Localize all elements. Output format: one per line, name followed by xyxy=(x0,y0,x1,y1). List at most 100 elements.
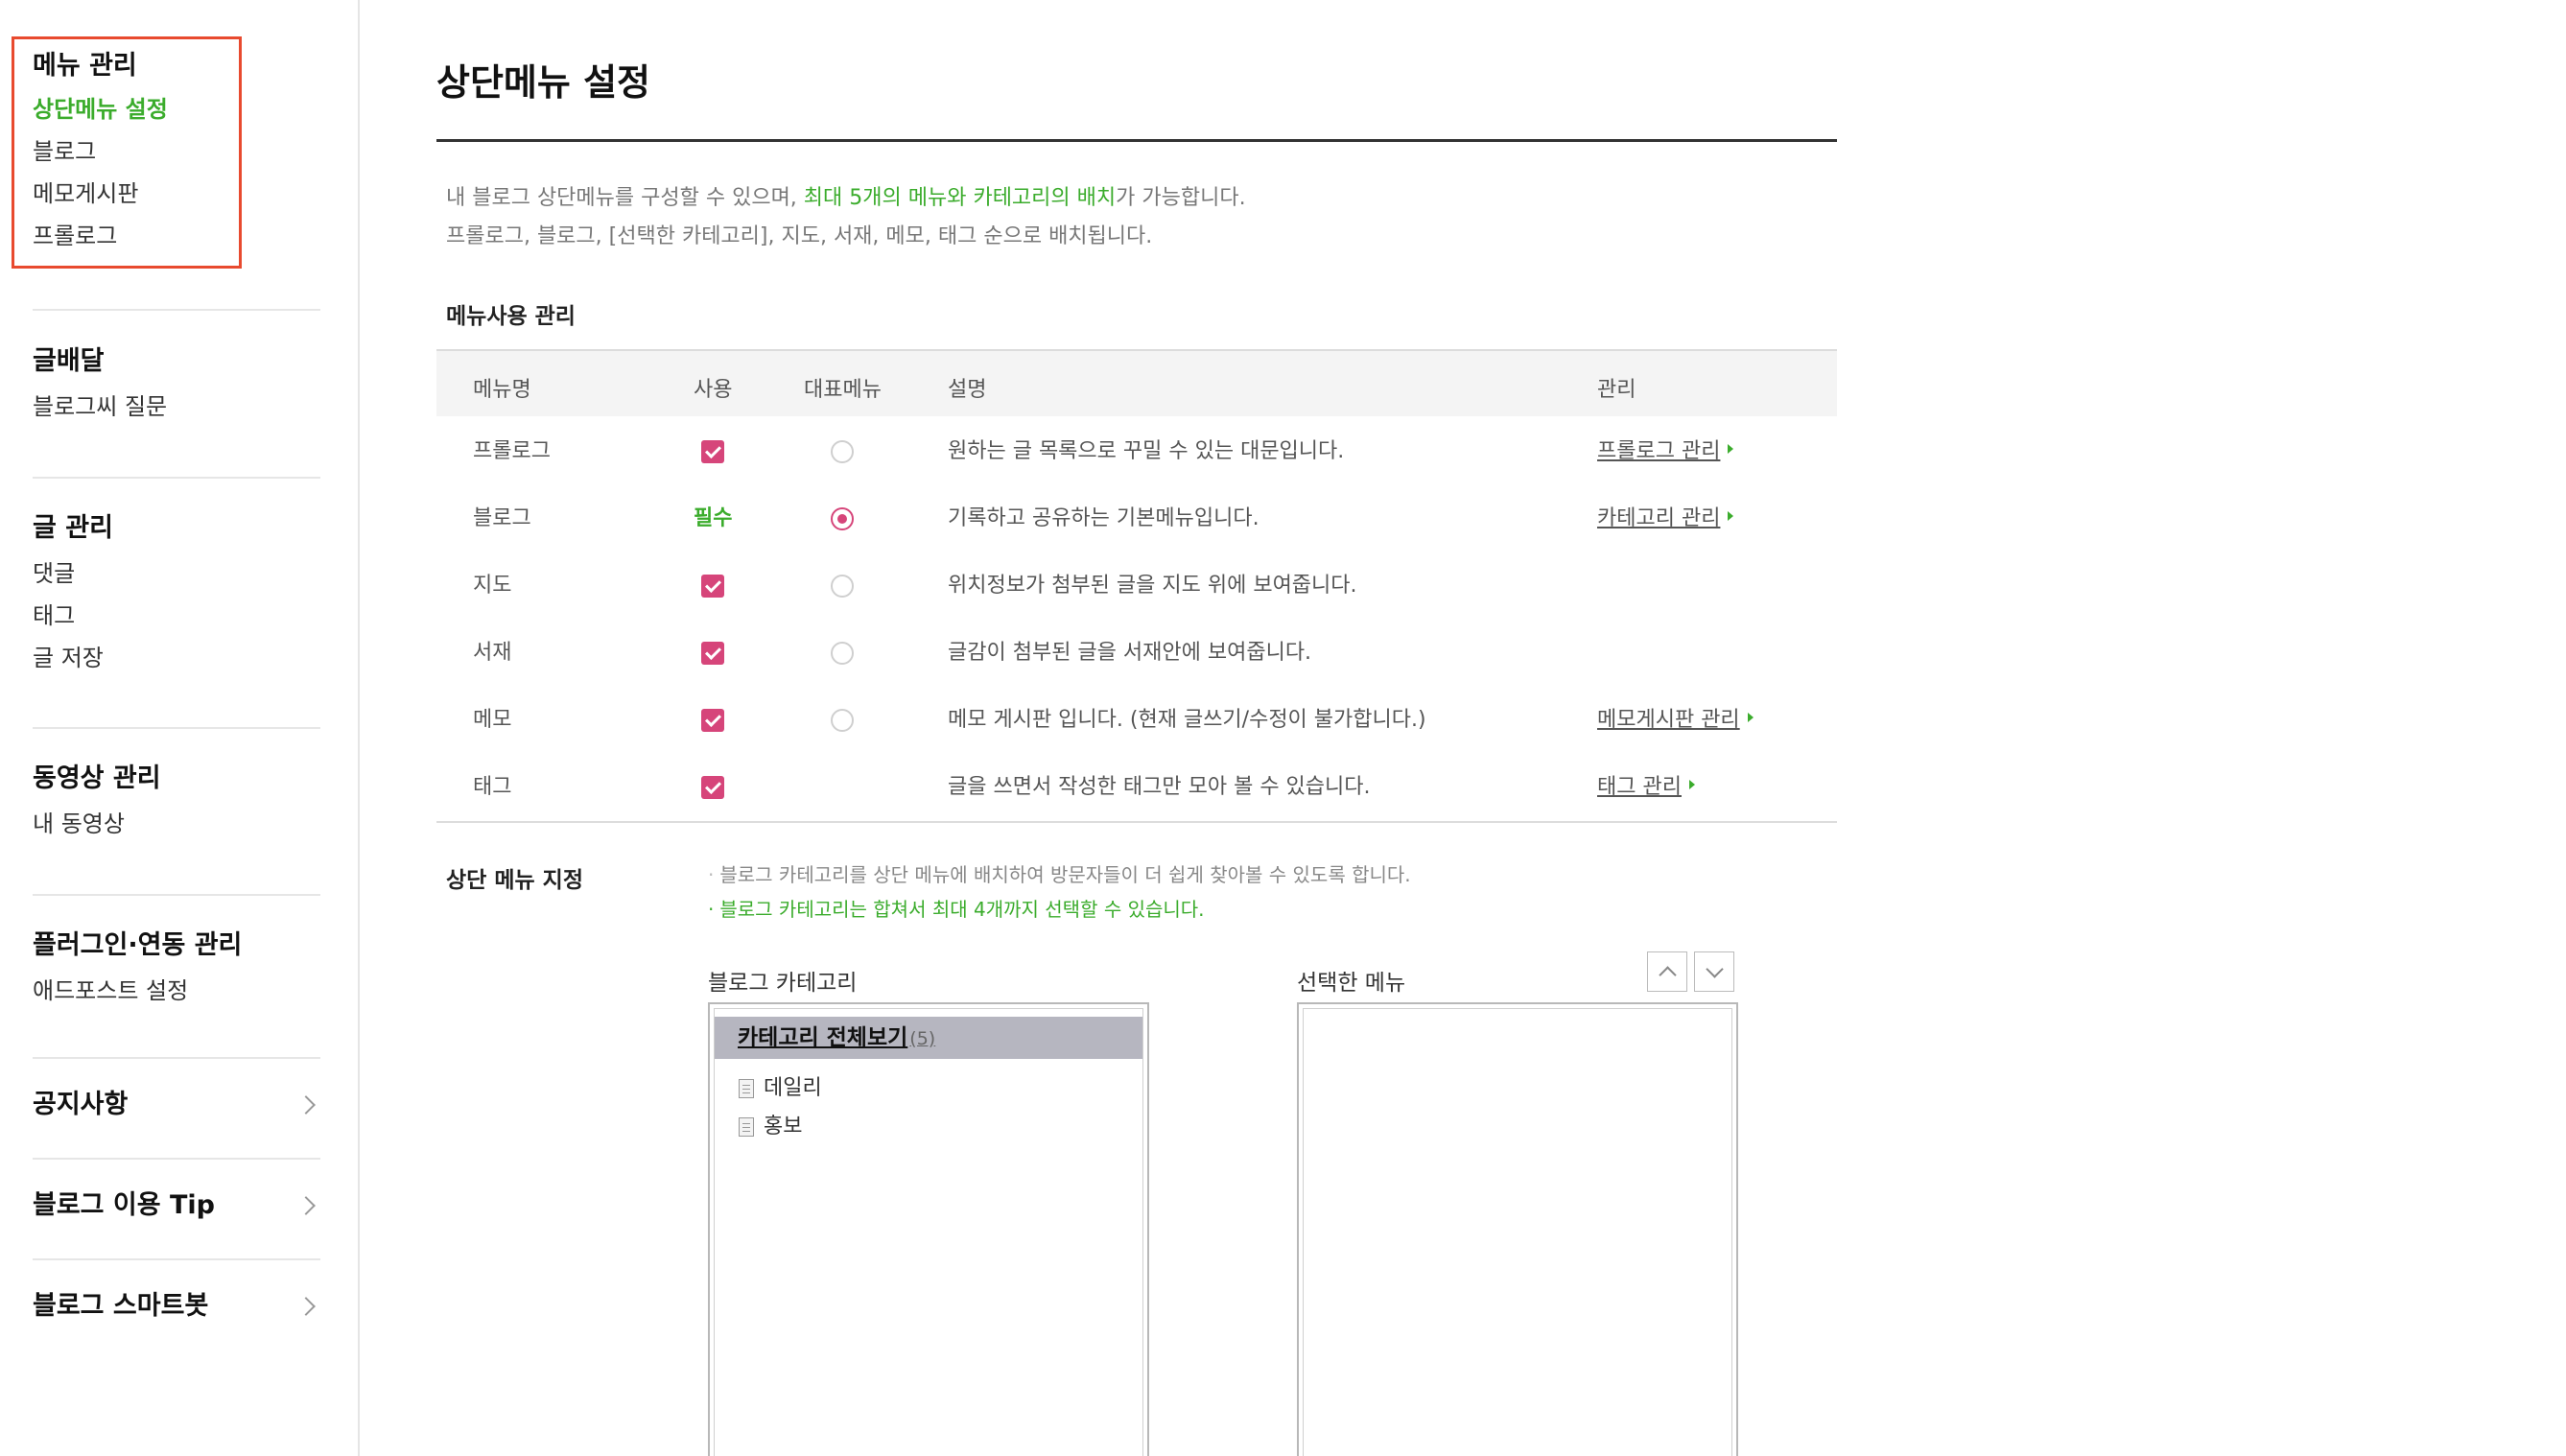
description-highlight: 최대 5개의 메뉴와 카테고리의 배치 xyxy=(803,186,1117,210)
representative-radio[interactable] xyxy=(831,709,854,732)
use-checkbox[interactable] xyxy=(701,575,724,598)
sidebar-item-my-videos[interactable]: 내 동영상 xyxy=(33,803,320,845)
bullet-icon: · xyxy=(708,898,715,921)
row-menu-name: 서재 xyxy=(473,641,512,665)
page-title: 상단메뉴 설정 xyxy=(436,61,650,104)
manage-link-tags[interactable]: 태그 관리 xyxy=(1597,754,1695,821)
sidebar-item-prologue[interactable]: 프롤로그 xyxy=(33,215,320,257)
chevron-right-icon xyxy=(296,1196,316,1215)
sidebar-divider xyxy=(33,477,320,479)
title-divider xyxy=(436,139,1837,142)
sidebar-item-tags[interactable]: 태그 xyxy=(33,595,320,637)
sidebar-section-post-manage: 글 관리 댓글 태그 글 저장 xyxy=(33,510,320,679)
description-line-2: 프롤로그, 블로그, [선택한 카테고리], 지도, 서재, 메모, 태그 순으… xyxy=(446,224,1153,248)
sidebar-item-memo-board[interactable]: 메모게시판 xyxy=(33,173,320,215)
sidebar-divider xyxy=(33,1258,320,1260)
manage-link-label: 프롤로그 관리 xyxy=(1597,439,1721,463)
header-description: 설명 xyxy=(948,378,987,402)
use-checkbox[interactable] xyxy=(701,776,724,799)
sidebar-link-label: 블로그 스마트봇 xyxy=(33,1291,209,1321)
use-checkbox[interactable] xyxy=(701,440,724,463)
category-count: (5) xyxy=(909,1028,936,1049)
representative-radio[interactable] xyxy=(831,440,854,463)
row-menu-name: 블로그 xyxy=(473,506,531,530)
table-row: 지도 위치정보가 첨부된 글을 지도 위에 보여줍니다. xyxy=(436,552,1837,620)
table-row: 블로그 필수 기록하고 공유하는 기본메뉴입니다. 카테고리 관리 xyxy=(436,485,1837,552)
arrow-right-icon xyxy=(1688,780,1695,789)
menu-usage-section-label: 메뉴사용 관리 xyxy=(446,304,576,329)
category-item-promo[interactable]: 홍보 xyxy=(739,1108,802,1146)
row-description: 글을 쓰면서 작성한 태그만 모아 볼 수 있습니다. xyxy=(948,775,1371,799)
selected-menu-listbox[interactable] xyxy=(1297,1002,1738,1456)
category-item-daily[interactable]: 데일리 xyxy=(739,1069,822,1108)
sidebar: 메뉴 관리 상단메뉴 설정 블로그 메모게시판 프롤로그 글배달 블로그씨 질문… xyxy=(0,0,360,1456)
table-row: 서재 글감이 첨부된 글을 서재안에 보여줍니다. xyxy=(436,620,1837,687)
table-row: 태그 글을 쓰면서 작성한 태그만 모아 볼 수 있습니다. 태그 관리 xyxy=(436,754,1837,821)
manage-link-memo-board[interactable]: 메모게시판 관리 xyxy=(1597,687,1754,754)
sidebar-item-top-menu-settings[interactable]: 상단메뉴 설정 xyxy=(33,88,320,130)
category-all-label: 카테고리 전체보기 xyxy=(738,1025,908,1050)
representative-radio-selected[interactable] xyxy=(831,507,854,530)
move-up-button[interactable] xyxy=(1647,951,1687,992)
sidebar-divider xyxy=(33,894,320,896)
manage-link-label: 카테고리 관리 xyxy=(1597,506,1721,530)
sidebar-link-label: 블로그 이용 Tip xyxy=(33,1190,215,1220)
sidebar-section-title: 메뉴 관리 xyxy=(33,51,137,81)
sidebar-section-video-manage: 동영상 관리 내 동영상 xyxy=(33,761,320,845)
table-header: 메뉴명 사용 대표메뉴 설명 관리 xyxy=(436,349,1837,416)
row-description: 위치정보가 첨부된 글을 지도 위에 보여줍니다. xyxy=(948,574,1357,598)
row-description: 메모 게시판 입니다. (현재 글쓰기/수정이 불가합니다.) xyxy=(948,708,1426,732)
sidebar-link-smartbot[interactable]: 블로그 스마트봇 xyxy=(33,1278,320,1335)
row-description: 원하는 글 목록으로 꾸밀 수 있는 대문입니다. xyxy=(948,439,1345,463)
arrow-right-icon xyxy=(1728,444,1734,454)
sidebar-item-post-save[interactable]: 글 저장 xyxy=(33,637,320,679)
note-text: 블로그 카테고리를 상단 메뉴에 배치하여 방문자들이 더 쉽게 찾아볼 수 있… xyxy=(719,863,1411,886)
selected-menu-label: 선택한 메뉴 xyxy=(1297,971,1406,996)
use-checkbox[interactable] xyxy=(701,642,724,665)
representative-radio[interactable] xyxy=(831,575,854,598)
assign-note-2: · 블로그 카테고리는 합쳐서 최대 4개까지 선택할 수 있습니다. xyxy=(708,894,1205,922)
header-manage: 관리 xyxy=(1597,378,1636,402)
sidebar-divider xyxy=(33,1057,320,1059)
move-down-button[interactable] xyxy=(1694,951,1734,992)
page: 메뉴 관리 상단메뉴 설정 블로그 메모게시판 프롤로그 글배달 블로그씨 질문… xyxy=(0,0,2566,1456)
row-menu-name: 프롤로그 xyxy=(473,439,551,463)
row-description: 글감이 첨부된 글을 서재안에 보여줍니다. xyxy=(948,641,1312,665)
sidebar-item-adpost-settings[interactable]: 애드포스트 설정 xyxy=(33,970,320,1012)
sidebar-link-notices[interactable]: 공지사항 xyxy=(33,1076,320,1134)
representative-radio[interactable] xyxy=(831,642,854,665)
sidebar-section-title: 플러그인·연동 관리 xyxy=(33,930,243,960)
category-label: 데일리 xyxy=(764,1076,822,1100)
chevron-right-icon xyxy=(296,1095,316,1115)
top-menu-assign-label: 상단 메뉴 지정 xyxy=(446,868,583,893)
row-menu-name: 태그 xyxy=(473,775,512,799)
sidebar-section-writing-delivery: 글배달 블로그씨 질문 xyxy=(33,343,320,428)
manage-link-prologue[interactable]: 프롤로그 관리 xyxy=(1597,418,1734,485)
manage-link-category[interactable]: 카테고리 관리 xyxy=(1597,485,1734,552)
sidebar-item-blog[interactable]: 블로그 xyxy=(33,130,320,173)
row-menu-name: 지도 xyxy=(473,574,512,598)
table-bottom-divider xyxy=(436,821,1837,823)
listbox-inner-border xyxy=(1303,1008,1732,1456)
use-checkbox[interactable] xyxy=(701,709,724,732)
document-icon xyxy=(739,1117,754,1137)
required-badge: 필수 xyxy=(694,506,733,530)
header-use: 사용 xyxy=(694,378,733,402)
note-text: 블로그 카테고리는 합쳐서 최대 4개까지 선택할 수 있습니다. xyxy=(719,898,1205,921)
description-text: 내 블로그 상단메뉴를 구성할 수 있으며, xyxy=(446,186,804,210)
sidebar-link-blog-tips[interactable]: 블로그 이용 Tip xyxy=(33,1177,320,1234)
category-all-item[interactable]: 카테고리 전체보기 (5) xyxy=(715,1017,1142,1059)
sidebar-section-title: 동영상 관리 xyxy=(33,763,161,793)
sidebar-section-menu-manage: 메뉴 관리 상단메뉴 설정 블로그 메모게시판 프롤로그 xyxy=(33,48,320,257)
chevron-right-icon xyxy=(296,1297,316,1316)
manage-link-label: 태그 관리 xyxy=(1597,775,1682,799)
category-label: 홍보 xyxy=(764,1115,803,1139)
blog-category-label: 블로그 카테고리 xyxy=(708,971,858,996)
header-representative: 대표메뉴 xyxy=(804,378,882,402)
assign-note-1: · 블로그 카테고리를 상단 메뉴에 배치하여 방문자들이 더 쉽게 찾아볼 수 … xyxy=(708,859,1411,887)
table-row: 프롤로그 원하는 글 목록으로 꾸밀 수 있는 대문입니다. 프롤로그 관리 xyxy=(436,418,1837,485)
sidebar-item-blogssi-question[interactable]: 블로그씨 질문 xyxy=(33,386,320,428)
sidebar-item-comments[interactable]: 댓글 xyxy=(33,552,320,595)
blog-category-listbox[interactable]: 카테고리 전체보기 (5) 데일리 홍보 xyxy=(708,1002,1149,1456)
sidebar-divider xyxy=(33,1158,320,1160)
